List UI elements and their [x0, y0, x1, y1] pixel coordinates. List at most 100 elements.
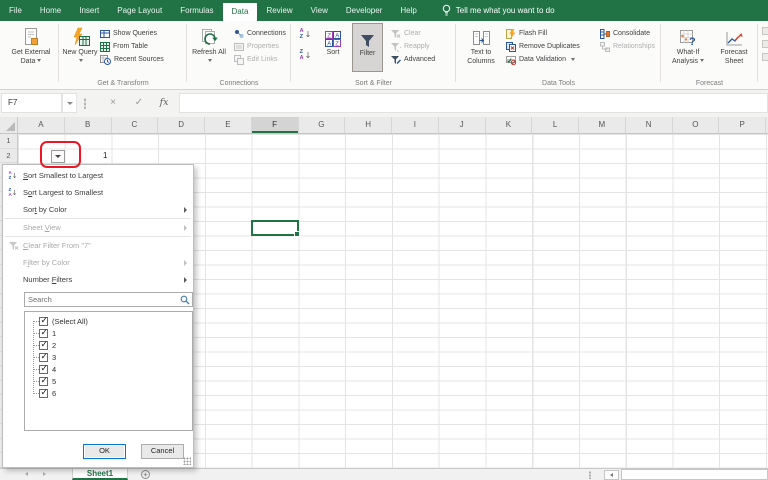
scroll-left-button[interactable]	[604, 470, 619, 480]
tab-page-layout[interactable]: Page Layout	[108, 0, 171, 21]
show-queries-button[interactable]: Show Queries	[100, 27, 157, 40]
menu-item-sort-smallest-to-largest[interactable]: A Z ↓ Sort Smallest to Largest	[3, 167, 193, 184]
confirm-entry-icon[interactable]: ✓	[128, 93, 150, 113]
advanced-filter-button[interactable]: Advanced	[390, 53, 435, 66]
menu-item-number-filters[interactable]: Number Filters	[3, 271, 193, 288]
column-header-a[interactable]: A	[18, 117, 65, 133]
new-query-button[interactable]: New Query	[62, 23, 98, 66]
filter-button[interactable]: Filter	[352, 23, 383, 72]
forecast-sheet-button[interactable]: Forecast Sheet	[712, 23, 756, 66]
filter-value-5[interactable]: 5	[25, 375, 192, 387]
clear-filter-button[interactable]: Clear	[390, 27, 421, 40]
name-box[interactable]: F7	[1, 93, 62, 113]
filter-value-1[interactable]: 1	[25, 327, 192, 339]
sheet-tab-sheet1[interactable]: Sheet1	[72, 469, 128, 480]
what-if-analysis-button[interactable]: ? What-If Analysis	[666, 23, 710, 66]
column-header-c[interactable]: C	[112, 117, 159, 133]
checkbox-icon[interactable]	[39, 387, 48, 398]
get-external-data-icon	[23, 23, 39, 47]
tab-data[interactable]: Data	[222, 3, 258, 21]
column-header-o[interactable]: O	[673, 117, 720, 133]
filter-value-select-all[interactable]: (Select All)	[25, 315, 192, 327]
filter-value-2[interactable]: 2	[25, 339, 192, 351]
filter-value-label: 2	[52, 340, 57, 350]
submenu-arrow-icon	[184, 224, 187, 231]
menu-item-sort-by-color[interactable]: Sort by Color	[3, 201, 193, 218]
sort-ascending-button[interactable]: A Z ↓	[296, 26, 315, 43]
recent-sources-button[interactable]: Recent Sources	[100, 53, 164, 66]
checkbox-icon[interactable]	[39, 339, 48, 350]
selected-cell-f7[interactable]	[251, 220, 300, 237]
properties-button[interactable]: Properties	[234, 40, 279, 53]
ok-button[interactable]: OK	[83, 444, 126, 459]
menu-item-sort-largest-to-smallest[interactable]: Z A ↓ Sort Largest to Smallest	[3, 184, 193, 201]
column-header-i[interactable]: I	[392, 117, 439, 133]
column-header-h[interactable]: H	[345, 117, 392, 133]
cancel-button[interactable]: Cancel	[141, 444, 184, 459]
tab-formulas[interactable]: Formulas	[171, 0, 222, 21]
remove-duplicates-button[interactable]: Remove Duplicates	[506, 40, 580, 53]
tab-help[interactable]: Help	[391, 0, 425, 21]
next-sheet-icon[interactable]	[43, 472, 46, 476]
refresh-all-button[interactable]: Refresh All	[191, 23, 227, 66]
column-header-f[interactable]: F	[251, 117, 299, 133]
filter-value-6[interactable]: 6	[25, 387, 192, 399]
checkbox-icon[interactable]	[39, 375, 48, 386]
filter-value-3[interactable]: 3	[25, 351, 192, 363]
menu-item-sheet-view[interactable]: Sheet View	[3, 219, 193, 236]
tab-developer[interactable]: Developer	[337, 0, 391, 21]
resize-grip[interactable]	[183, 457, 191, 465]
checkbox-icon[interactable]	[39, 363, 48, 374]
formula-input[interactable]	[179, 93, 768, 113]
column-header-n[interactable]: N	[626, 117, 673, 133]
reapply-button[interactable]: Reapply	[390, 40, 430, 53]
tab-home[interactable]: Home	[31, 0, 70, 21]
name-box-dropdown[interactable]	[62, 93, 77, 113]
new-sheet-button[interactable]: +	[141, 470, 150, 479]
insert-function-icon[interactable]: fx	[153, 93, 175, 113]
sort-button[interactable]: ZAAZ Sort	[318, 23, 348, 58]
tab-insert[interactable]: Insert	[70, 0, 108, 21]
edit-links-button[interactable]: Edit Links	[234, 53, 277, 66]
menu-item-filter-by-color[interactable]: Filter by Color	[3, 254, 193, 271]
get-external-data-button[interactable]: Get External Data	[6, 23, 56, 66]
tab-splitter[interactable]	[589, 471, 591, 479]
filter-value-4[interactable]: 4	[25, 363, 192, 375]
connections-button[interactable]: Connections	[234, 27, 286, 40]
left-arrow-icon	[610, 473, 613, 477]
row-header-2[interactable]: 2	[0, 149, 17, 163]
tell-me-box[interactable]: Tell me what you want to do	[442, 0, 555, 21]
column-header-l[interactable]: L	[532, 117, 579, 133]
select-all-corner[interactable]	[0, 117, 18, 133]
tab-file[interactable]: File	[0, 0, 31, 21]
formula-bar-separator	[84, 98, 86, 109]
tab-review[interactable]: Review	[257, 0, 301, 21]
column-header-j[interactable]: J	[439, 117, 486, 133]
menu-item-clear-filter-from-7[interactable]: Clear Filter From "7"	[3, 237, 193, 254]
column-header-b[interactable]: B	[65, 117, 112, 133]
show-queries-label: Show Queries	[113, 30, 157, 37]
consolidate-button[interactable]: Consolidate	[600, 27, 650, 40]
data-validation-button[interactable]: Data Validation	[506, 53, 575, 66]
relationships-button[interactable]: Relationships	[600, 40, 655, 53]
text-to-columns-button[interactable]: Text to Columns	[461, 23, 501, 66]
column-header-p[interactable]: P	[719, 117, 766, 133]
horizontal-scrollbar[interactable]	[621, 469, 768, 480]
filter-search-box[interactable]	[24, 292, 193, 307]
flash-fill-button[interactable]: Flash Fill	[506, 27, 547, 40]
checkbox-icon[interactable]	[39, 315, 48, 326]
column-header-d[interactable]: D	[158, 117, 205, 133]
column-header-g[interactable]: G	[299, 117, 346, 133]
previous-sheet-icon[interactable]	[25, 472, 28, 476]
checkbox-icon[interactable]	[39, 327, 48, 338]
filter-search-input[interactable]	[25, 293, 192, 306]
checkbox-icon[interactable]	[39, 351, 48, 362]
tab-view[interactable]: View	[302, 0, 337, 21]
column-header-m[interactable]: M	[579, 117, 626, 133]
from-table-button[interactable]: From Table	[100, 40, 148, 53]
row-header-1[interactable]: 1	[0, 134, 17, 149]
cancel-entry-icon[interactable]: ×	[102, 93, 124, 113]
column-header-k[interactable]: K	[486, 117, 533, 133]
column-header-e[interactable]: E	[205, 117, 252, 133]
sort-descending-button[interactable]: Z A ↓	[296, 47, 315, 64]
